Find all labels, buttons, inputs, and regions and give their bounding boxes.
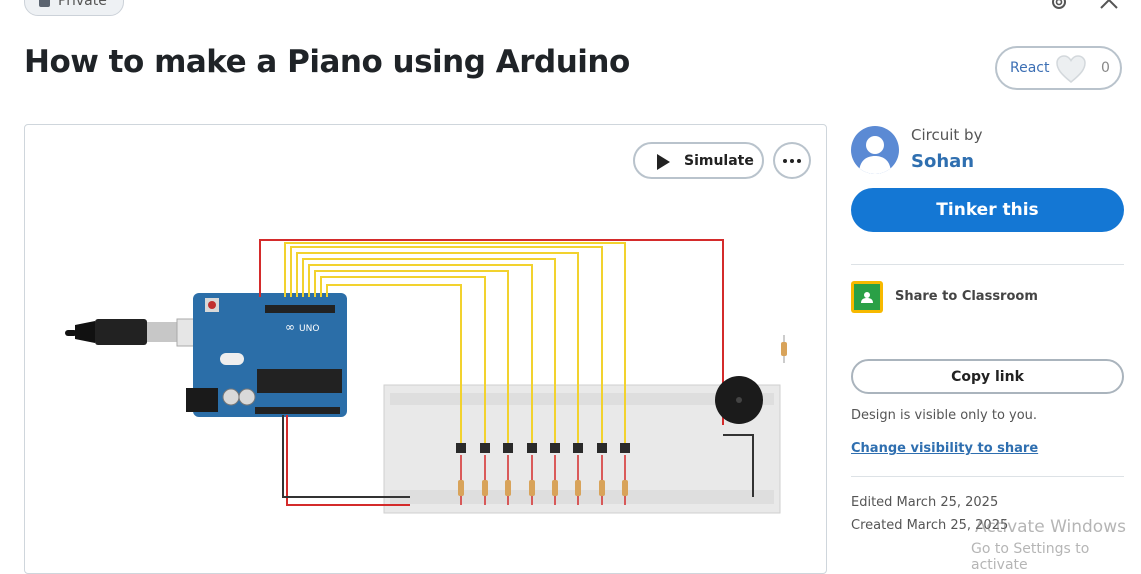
circuit-viewer[interactable]: ∞ UNO Simulate bbox=[24, 124, 827, 574]
share-to-classroom-link[interactable]: Share to Classroom bbox=[895, 289, 1038, 304]
resistor bbox=[505, 480, 511, 496]
piezo-buzzer bbox=[715, 376, 763, 424]
push-button bbox=[620, 443, 630, 453]
push-button bbox=[480, 443, 490, 453]
svg-text:UNO: UNO bbox=[299, 324, 319, 334]
push-button bbox=[550, 443, 560, 453]
svg-text:∞: ∞ bbox=[285, 320, 295, 334]
heart-icon bbox=[1056, 55, 1086, 83]
react-label: React bbox=[1010, 60, 1050, 76]
react-button[interactable]: React 0 bbox=[995, 46, 1122, 90]
page-title: How to make a Piano using Arduino bbox=[24, 44, 630, 80]
push-button bbox=[456, 443, 466, 453]
resistor bbox=[482, 480, 488, 496]
resistor bbox=[529, 480, 535, 496]
google-classroom-icon[interactable] bbox=[851, 281, 883, 313]
resistor bbox=[622, 480, 628, 496]
resistor bbox=[575, 480, 581, 496]
circuit-diagram: ∞ UNO bbox=[65, 239, 787, 514]
usb-cable bbox=[65, 318, 198, 347]
loose-resistor bbox=[781, 335, 787, 363]
close-icon[interactable] bbox=[1097, 0, 1121, 14]
gear-icon[interactable] bbox=[1047, 0, 1071, 14]
privacy-badge[interactable]: Private bbox=[24, 0, 124, 16]
play-icon bbox=[657, 154, 670, 170]
divider bbox=[851, 476, 1124, 477]
author-link[interactable]: Sohan bbox=[911, 151, 974, 172]
tinker-this-button[interactable]: Tinker this bbox=[851, 188, 1124, 232]
simulate-label: Simulate bbox=[684, 153, 754, 169]
resistor bbox=[599, 480, 605, 496]
resistor bbox=[552, 480, 558, 496]
more-options-button[interactable] bbox=[773, 142, 811, 179]
divider bbox=[851, 264, 1124, 265]
activate-windows-subtitle: Go to Settings to activate bbox=[971, 541, 1090, 573]
push-button bbox=[503, 443, 513, 453]
push-button bbox=[527, 443, 537, 453]
activate-windows-title: Activate Windows bbox=[975, 517, 1126, 537]
change-visibility-link[interactable]: Change visibility to share bbox=[851, 441, 1038, 456]
react-count: 0 bbox=[1101, 60, 1110, 76]
lock-icon bbox=[39, 0, 50, 7]
visibility-text: Design is visible only to you. bbox=[851, 408, 1038, 423]
circuit-by-label: Circuit by bbox=[911, 126, 983, 144]
privacy-label: Private bbox=[58, 0, 107, 9]
arduino-uno-board: ∞ UNO bbox=[186, 293, 347, 417]
more-icon bbox=[783, 159, 787, 163]
simulate-button[interactable]: Simulate bbox=[633, 142, 764, 179]
copy-link-button[interactable]: Copy link bbox=[851, 359, 1124, 394]
push-button bbox=[573, 443, 583, 453]
resistor bbox=[458, 480, 464, 496]
push-button bbox=[597, 443, 607, 453]
user-avatar-icon[interactable] bbox=[851, 126, 899, 174]
edited-date: Edited March 25, 2025 bbox=[851, 495, 999, 510]
